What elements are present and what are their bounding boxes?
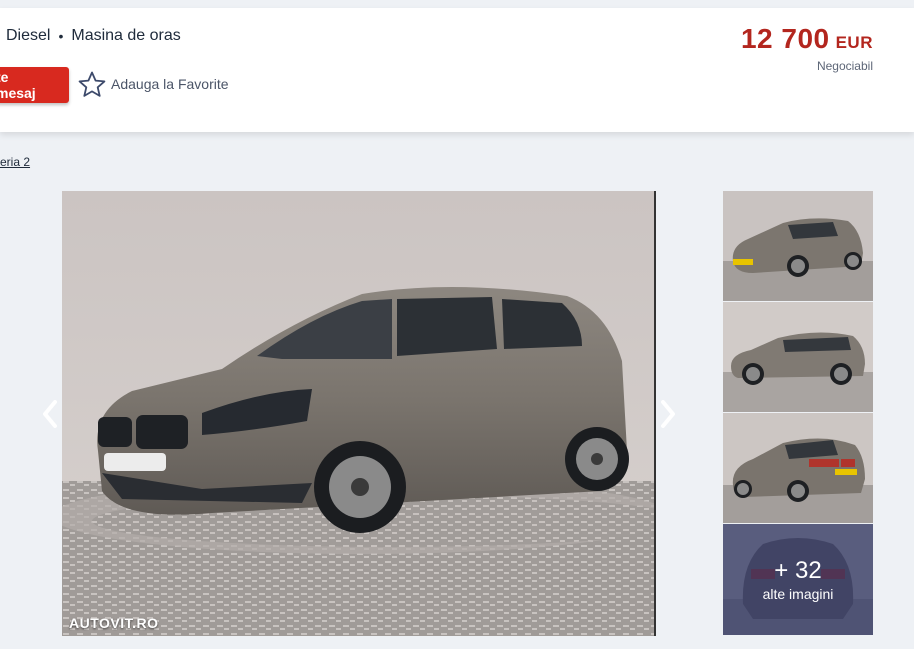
price-value: 12 700 (740, 23, 830, 54)
star-icon (78, 71, 106, 97)
thumbnail-image (723, 191, 873, 301)
breadcrumb-link[interactable]: eria 2 (0, 155, 30, 169)
spec-line: Diesel • Masina de oras (6, 27, 181, 45)
thumbnail[interactable] (723, 191, 873, 301)
previous-photo-button[interactable] (38, 396, 62, 432)
more-photos-button[interactable]: + 32 alte imagini (723, 524, 873, 635)
more-photos-overlay: + 32 alte imagini (723, 524, 873, 635)
more-photos-label: alte imagini (762, 585, 834, 602)
listing-header: Diesel • Masina de oras te mesaj Adauga … (0, 8, 914, 132)
price: 12 700 EUR (741, 23, 873, 55)
thumbnail[interactable] (723, 302, 873, 412)
car-photo (62, 191, 654, 636)
spec-fuel: Diesel (6, 27, 51, 44)
next-photo-button[interactable] (656, 396, 680, 432)
send-message-button[interactable]: te mesaj (0, 67, 69, 103)
chevron-right-icon (661, 400, 675, 428)
send-message-label: te mesaj (0, 69, 36, 101)
price-negotiable: Negociabil (816, 59, 873, 73)
favorite-label: Adauga la Favorite (111, 76, 229, 92)
add-favorite-button[interactable]: Adauga la Favorite (78, 71, 229, 97)
more-photos-count: + 32 (774, 556, 822, 584)
photo-watermark: AUTOVIT.RO (69, 615, 159, 631)
spec-body-type: Masina de oras (71, 27, 181, 44)
main-photo[interactable]: AUTOVIT.RO (62, 191, 656, 636)
thumbnail[interactable] (723, 413, 873, 523)
thumbnail-image (723, 413, 873, 523)
top-strip (0, 0, 914, 8)
chevron-left-icon (43, 400, 57, 428)
thumbnail-image (723, 302, 873, 412)
price-currency: EUR (835, 33, 873, 52)
spec-separator: • (58, 28, 64, 44)
